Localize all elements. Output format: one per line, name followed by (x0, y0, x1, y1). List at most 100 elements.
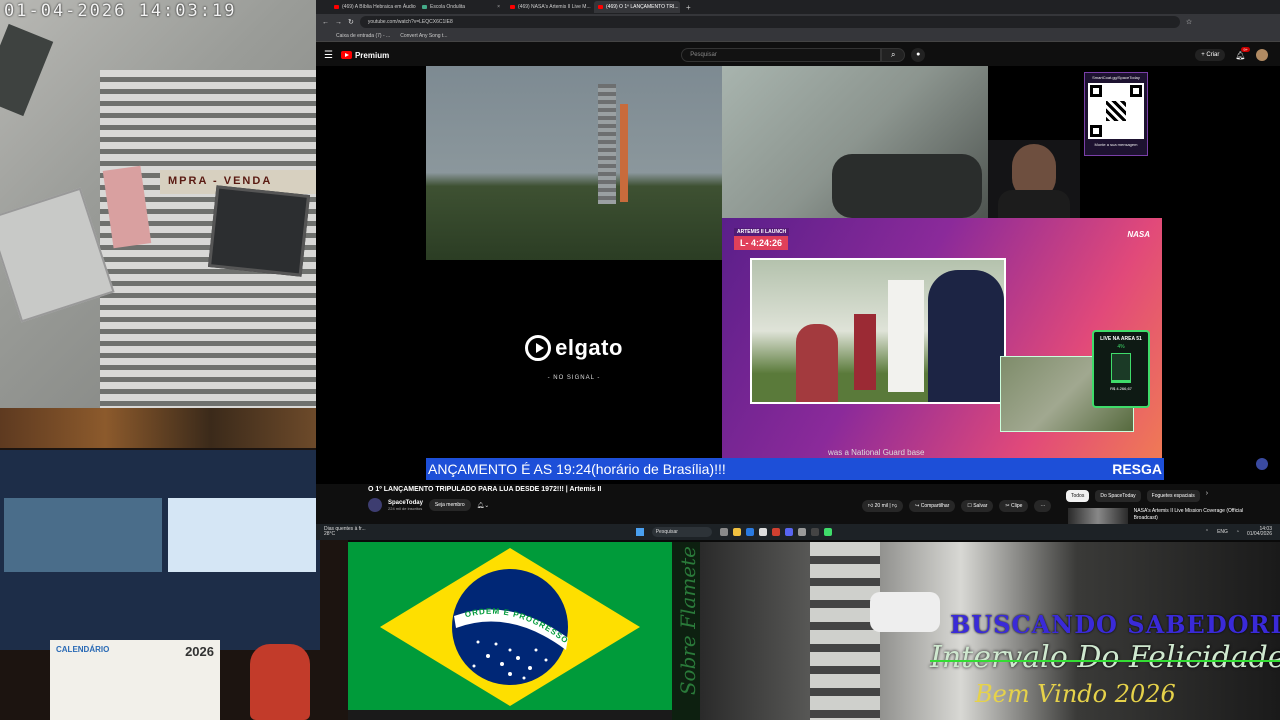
flag-graphic: ORDEM E PROGRESSO (380, 548, 640, 706)
no-signal-label: - NO SIGNAL - (547, 375, 601, 381)
search-input[interactable]: Pesquisar (681, 48, 882, 62)
obs-icon[interactable] (810, 528, 819, 536)
launchpad-feed (426, 66, 722, 260)
edge-icon[interactable] (745, 528, 754, 536)
browser-tab-active[interactable]: (469) O 1º LANÇAMENTO TRI...× (594, 1, 680, 13)
chip-bar: Todos Do SpaceToday Foguetes espaciais › (1066, 490, 1208, 502)
clock[interactable]: 14:03 01/04/2026 (1247, 526, 1272, 538)
taskbar-search[interactable]: Pesquisar (651, 527, 712, 537)
bookmarks-bar: Caixa de entrada (7) - ... Convert Any S… (316, 30, 1280, 42)
avatar[interactable] (368, 498, 382, 512)
nasa-broadcast-panel: ARTEMIS II LAUNCH L- 4:24:26 NASA LIVE N… (722, 218, 1162, 458)
new-tab-button[interactable]: + (682, 3, 695, 12)
taskbar-apps (719, 528, 832, 536)
desk-calendar: CALENDÁRIO 2026 (50, 640, 220, 720)
language-indicator[interactable]: ENG (1217, 529, 1228, 535)
video-title: O 1º LANÇAMENTO TRIPULADO PARA LUA DESDE… (368, 486, 602, 493)
close-icon[interactable]: × (497, 4, 500, 10)
caption: was a National Guard base (828, 448, 925, 457)
video-player[interactable]: SmartCoat.gg/SpaceToday Monte a sua mens… (316, 66, 1280, 484)
car (870, 592, 940, 632)
countdown-timer: L- 4:24:26 (734, 236, 789, 250)
join-button[interactable]: Seja membro (428, 499, 471, 511)
chip-all[interactable]: Todos (1066, 490, 1090, 502)
ticker-text: ANÇAMENTO É AS 19:24(horário de Brasília… (428, 461, 726, 477)
clip-button[interactable]: ✂ Clipe (999, 500, 1029, 512)
elgato-no-signal: elgato - NO SIGNAL - (426, 260, 722, 456)
chrome-icon[interactable] (771, 528, 780, 536)
folder-icon[interactable] (732, 528, 741, 536)
overlay-subtitle-text: Intervalo Do Felicidade (930, 640, 1280, 675)
task-view-icon[interactable] (719, 528, 728, 536)
hanging-laptop (207, 185, 311, 277)
live-area51-widget: LIVE NA AREA 51 4% R$ 4.266,67 (1092, 330, 1150, 408)
bookmark-item[interactable]: Convert Any Song t... (400, 33, 447, 39)
monitor-window (168, 498, 316, 572)
widget-amount: R$ 4.266,67 (1110, 386, 1132, 391)
elgato-icon (525, 335, 552, 361)
channel-subscribers: 224 mil de inscritos (388, 505, 423, 511)
tab-label: Escola Ondulita (430, 4, 466, 10)
channel-watermark[interactable] (1256, 458, 1268, 470)
avatar[interactable] (1255, 49, 1268, 61)
mic-icon[interactable]: ● (911, 48, 926, 62)
qr-code-panel: SmartCoat.gg/SpaceToday Monte a sua mens… (1084, 72, 1148, 156)
app-icon[interactable] (823, 528, 832, 536)
tab-label: (469) NASA's Artemis II Live M... (518, 4, 591, 10)
wifi-icon[interactable]: ◔ (1236, 529, 1239, 535)
progress-fill (1112, 380, 1130, 382)
app-icon[interactable] (797, 528, 806, 536)
discord-icon[interactable] (784, 528, 793, 536)
site-icon (422, 5, 427, 9)
monitor-window (4, 498, 162, 572)
forward-icon[interactable]: → (335, 19, 342, 26)
youtube-logo-text: Premium (354, 50, 390, 60)
store-icon[interactable] (758, 528, 767, 536)
qr-code-icon (1088, 83, 1144, 139)
clip-label: Clipe (1011, 503, 1023, 509)
windows-start-icon[interactable] (635, 528, 644, 536)
url-field[interactable]: youtube.com/watch?v=LEQCX6C1IE8 (359, 16, 1180, 28)
hanging-laptop (0, 187, 115, 323)
subscribe-bell-icon[interactable]: 🔔︎⌄ (477, 502, 490, 509)
overlay-subtitle: Intervalo Do Felicidade (930, 640, 1280, 675)
vertical-overlay: Sobre Flamete (672, 542, 700, 720)
star-icon[interactable]: ☆ (1186, 18, 1192, 26)
chip-rockets[interactable]: Foguetes espaciais (1146, 490, 1200, 502)
qr-bottom-label: Monte a sua mensagem (1094, 142, 1138, 147)
bell-icon[interactable]: 🔔︎ 9+ (1235, 46, 1250, 60)
browser-tab[interactable]: (469) NASA's Artemis II Live M...× (506, 1, 592, 13)
windows-taskbar: Dias quentes à fr... 28°C Pesquisar ⌃ EN… (316, 524, 1280, 540)
share-button[interactable]: ↪ Compartilhar (909, 500, 956, 512)
chip-channel[interactable]: Do SpaceToday (1095, 490, 1141, 502)
youtube-header: ☰ Premium Pesquisar ⌕ ● + Criar 🔔︎ 9+ (316, 44, 1280, 66)
like-button[interactable]: 👍︎ 20 mil | 👎︎ (862, 500, 904, 512)
vertical-overlay-text: Sobre Flamete (676, 546, 700, 696)
address-bar-row: ← → ↻ youtube.com/watch?v=LEQCX6C1IE8 ☆ (316, 14, 1280, 30)
channel-name[interactable]: SpaceToday (388, 500, 423, 506)
elgato-logo: elgato (525, 335, 623, 361)
chevron-up-icon[interactable]: ⌃ (1205, 529, 1209, 535)
bookmark-item[interactable]: Caixa de entrada (7) - ... (336, 33, 390, 39)
window-grille (810, 542, 880, 720)
chevron-right-icon[interactable]: › (1206, 490, 1208, 502)
launch-tower (598, 84, 616, 204)
strike-line (930, 660, 1280, 662)
youtube-logo[interactable]: Premium (340, 50, 390, 60)
widget-percent: 4% (1117, 344, 1125, 350)
youtube-icon (334, 5, 339, 9)
menu-icon[interactable]: ☰ (324, 50, 333, 61)
browser-tab[interactable]: (469) A Bíblia Hebraica em Áudio× (330, 1, 416, 13)
create-button[interactable]: + Criar (1195, 49, 1226, 61)
back-icon[interactable]: ← (322, 19, 329, 26)
save-button[interactable]: ☐ Salvar (961, 500, 994, 512)
overlay-welcome: Bem Vindo 2026 (975, 680, 1176, 708)
tab-label: (469) A Bíblia Hebraica em Áudio (342, 4, 416, 10)
widget-title: LIVE NA AREA 51 (1100, 336, 1142, 342)
browser-tab[interactable]: Escola Ondulita × (418, 1, 504, 13)
search-icon[interactable]: ⌕ (881, 48, 906, 62)
reload-icon[interactable]: ↻ (348, 18, 354, 26)
notification-badge: 9+ (1241, 46, 1250, 52)
weather-widget[interactable]: Dias quentes à fr... 28°C (324, 526, 366, 538)
more-button[interactable]: ··· (1034, 500, 1052, 512)
